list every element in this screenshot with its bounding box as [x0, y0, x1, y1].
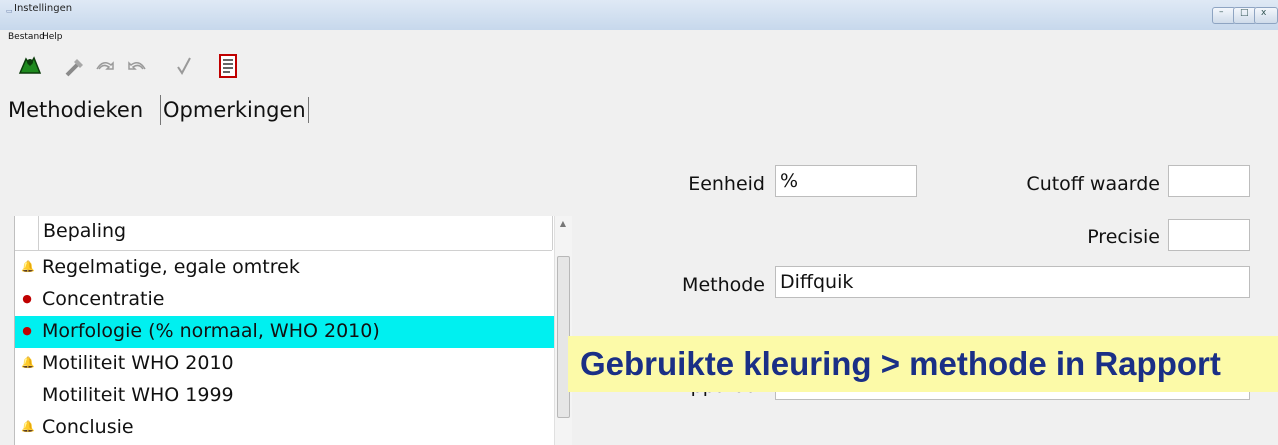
list-header[interactable]: Bepaling — [15, 216, 553, 251]
list-item-label: Motiliteit WHO 2010 — [42, 352, 234, 374]
redo-icon[interactable] — [92, 53, 120, 81]
methode-label: Methode — [682, 274, 765, 296]
list-item[interactable]: ● Concentratie — [15, 284, 555, 316]
cutoff-label: Cutoff waarde — [1026, 173, 1160, 195]
close-button[interactable]: x — [1254, 7, 1278, 24]
eenheid-label: Eenheid — [688, 173, 765, 195]
list-item[interactable]: ● Morfologie (% normaal, WHO 2010) — [15, 316, 555, 348]
lock-icon: ● — [22, 292, 32, 305]
document-icon[interactable] — [214, 53, 242, 81]
list-item-label: Morfologie (% normaal, WHO 2010) — [42, 320, 380, 342]
maximize-icon: □ — [1240, 8, 1249, 18]
menu-bestand[interactable]: Bestand — [8, 32, 45, 42]
list-item-label: Regelmatige, egale omtrek — [42, 256, 300, 278]
tab-opmerkingen[interactable]: Opmerkingen — [160, 95, 308, 125]
list-item-label: Motiliteit WHO 1999 — [42, 384, 234, 406]
close-icon: x — [1261, 8, 1267, 18]
list-item[interactable]: 🔔 Conclusie — [15, 412, 555, 444]
column-divider — [38, 216, 39, 250]
window-title: Instellingen — [14, 3, 73, 14]
menu-bar: Bestand Help — [0, 30, 1278, 46]
bell-icon: 🔔 — [21, 260, 35, 273]
tab-methodieken[interactable]: Methodieken — [6, 95, 145, 125]
chevron-up-icon[interactable]: ▲ — [557, 219, 569, 231]
exit-icon[interactable] — [16, 53, 44, 81]
cutoff-field[interactable] — [1168, 165, 1250, 197]
bepaling-list: Bepaling 🔔 Regelmatige, egale omtrek ● C… — [14, 216, 572, 445]
list-item-label: Conclusie — [42, 416, 134, 438]
wand-icon[interactable] — [62, 53, 90, 81]
caption-overlay: Gebruikte kleuring > methode in Rapport — [568, 336, 1278, 392]
list-item[interactable]: Motiliteit WHO 1999 — [15, 380, 555, 412]
undo-icon[interactable] — [122, 53, 150, 81]
bell-icon: 🔔 — [21, 420, 35, 433]
list-item-label: Concentratie — [42, 288, 165, 310]
list-scrollbar[interactable]: ▲ — [554, 216, 572, 445]
check-icon[interactable] — [170, 53, 198, 81]
title-bar: ▭ Instellingen – □ x — [0, 0, 1278, 31]
lock-icon: ● — [22, 324, 32, 337]
list-item[interactable]: 🔔 Motiliteit WHO 2010 — [15, 348, 555, 380]
column-divider — [552, 216, 553, 250]
eenheid-field[interactable]: % — [775, 165, 917, 197]
precisie-field[interactable] — [1168, 219, 1250, 251]
list-item[interactable]: 🔔 Regelmatige, egale omtrek — [15, 252, 555, 284]
methode-field[interactable]: Diffquik — [775, 266, 1250, 298]
column-header-bepaling: Bepaling — [43, 220, 127, 242]
tab-separator — [308, 97, 309, 123]
menu-help[interactable]: Help — [42, 32, 63, 42]
toolbar — [0, 47, 1278, 87]
minimize-icon: – — [1219, 7, 1224, 17]
bell-icon: 🔔 — [21, 356, 35, 369]
precisie-label: Precisie — [1087, 226, 1160, 248]
